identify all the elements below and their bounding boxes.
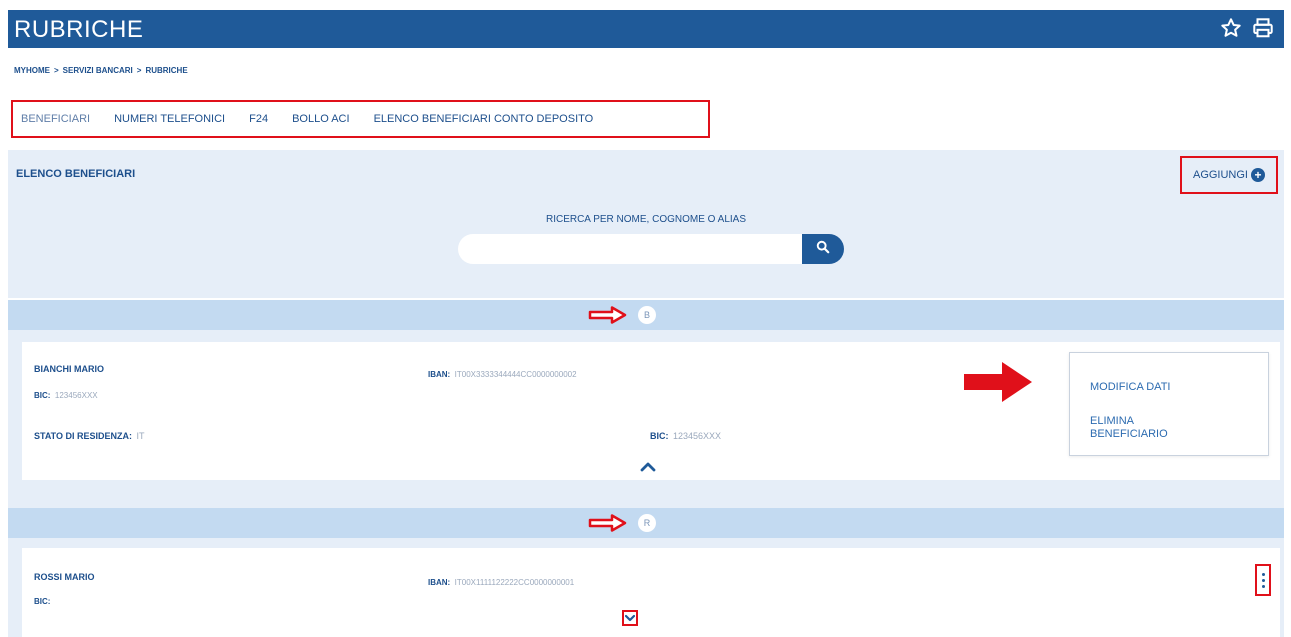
app-header: RUBRICHE: [8, 10, 1284, 48]
bic-row: BIC:: [34, 591, 50, 609]
search-input[interactable]: [458, 234, 802, 264]
section-title: ELENCO BENEFICIARI: [16, 168, 136, 180]
header-actions: [1220, 17, 1274, 39]
breadcrumb-separator: >: [54, 66, 59, 75]
search-label: RICERCA PER NOME, COGNOME O ALIAS: [545, 214, 747, 225]
search-panel: ELENCO BENEFICIARI AGGIUNGI + RICERCA PE…: [8, 150, 1284, 298]
iban-row: IBAN: IT00X3333344444CC0000000002: [428, 364, 577, 382]
print-icon[interactable]: [1252, 17, 1274, 39]
kebab-menu-icon[interactable]: [1255, 564, 1271, 596]
iban-value: IT00X3333344444CC0000000002: [454, 370, 577, 379]
tab-bollo-aci[interactable]: BOLLO ACI: [280, 113, 361, 125]
search-button[interactable]: [802, 234, 844, 264]
breadcrumb-servizi-bancari[interactable]: SERVIZI BANCARI: [63, 66, 133, 75]
letter-group-header: B: [8, 300, 1284, 330]
red-arrow-icon: [588, 306, 628, 329]
red-arrow-right-icon: [962, 360, 1034, 409]
tab-bar: BENEFICIARI NUMERI TELEFONICI F24 BOLLO …: [11, 100, 710, 138]
iban-label: IBAN:: [428, 578, 451, 587]
page-title: RUBRICHE: [14, 16, 144, 43]
letter-badge: B: [638, 306, 656, 324]
letter-group-header: R: [8, 508, 1284, 538]
bic-detail-value: 123456XXX: [672, 431, 721, 441]
iban-row: IBAN: IT00X1111122222CC0000000001: [428, 572, 574, 590]
tab-elenco-beneficiari-conto-deposito[interactable]: ELENCO BENEFICIARI CONTO DEPOSITO: [362, 113, 606, 125]
breadcrumb-myhome[interactable]: MYHOME: [14, 66, 50, 75]
add-label: AGGIUNGI: [1192, 169, 1248, 181]
chevron-up-icon[interactable]: [640, 460, 656, 478]
star-icon[interactable]: [1220, 17, 1242, 39]
iban-value: IT00X1111122222CC0000000001: [454, 578, 575, 587]
tab-beneficiari[interactable]: BENEFICIARI: [19, 113, 102, 125]
red-arrow-icon: [588, 514, 628, 537]
breadcrumb-separator: >: [136, 66, 142, 75]
iban-label: IBAN:: [428, 370, 451, 379]
edit-data-menu-item[interactable]: MODIFICA DATI: [1090, 381, 1240, 394]
plus-circle-icon: +: [1251, 168, 1265, 182]
add-beneficiary-button[interactable]: AGGIUNGI +: [1180, 156, 1278, 194]
actions-menu: MODIFICA DATI ELIMINA BENEFICIARIO: [1069, 352, 1269, 456]
beneficiary-card: BIANCHI MARIO BIC: 123456XXX IBAN: IT00X…: [22, 342, 1280, 480]
breadcrumb: MYHOME > SERVIZI BANCARI > RUBRICHE: [14, 66, 188, 75]
tab-f24[interactable]: F24: [237, 113, 280, 125]
beneficiary-card: ROSSI MARIO BIC: IBAN: IT00X1111122222CC…: [22, 548, 1280, 637]
bic-detail-label: BIC:: [650, 431, 669, 441]
bic-label: BIC:: [34, 391, 51, 400]
bic-label: BIC:: [34, 597, 51, 606]
bic-value: 123456XXX: [54, 391, 98, 400]
delete-beneficiary-menu-item[interactable]: ELIMINA BENEFICIARIO: [1090, 415, 1200, 441]
beneficiary-name: ROSSI MARIO: [34, 572, 95, 582]
breadcrumb-rubriche: RUBRICHE: [145, 66, 188, 75]
residence-value: IT: [136, 431, 145, 441]
tab-numeri-telefonici[interactable]: NUMERI TELEFONICI: [102, 113, 237, 125]
bic-row: BIC: 123456XXX: [34, 385, 98, 403]
residence-row: STATO DI RESIDENZA: IT: [34, 426, 144, 444]
beneficiary-name: BIANCHI MARIO: [34, 364, 104, 374]
chevron-down-icon[interactable]: [622, 610, 638, 626]
residence-label: STATO DI RESIDENZA:: [34, 431, 133, 441]
search-icon: [816, 240, 830, 259]
bic-detail-row: BIC: 123456XXX: [650, 426, 721, 444]
letter-badge: R: [638, 514, 656, 532]
